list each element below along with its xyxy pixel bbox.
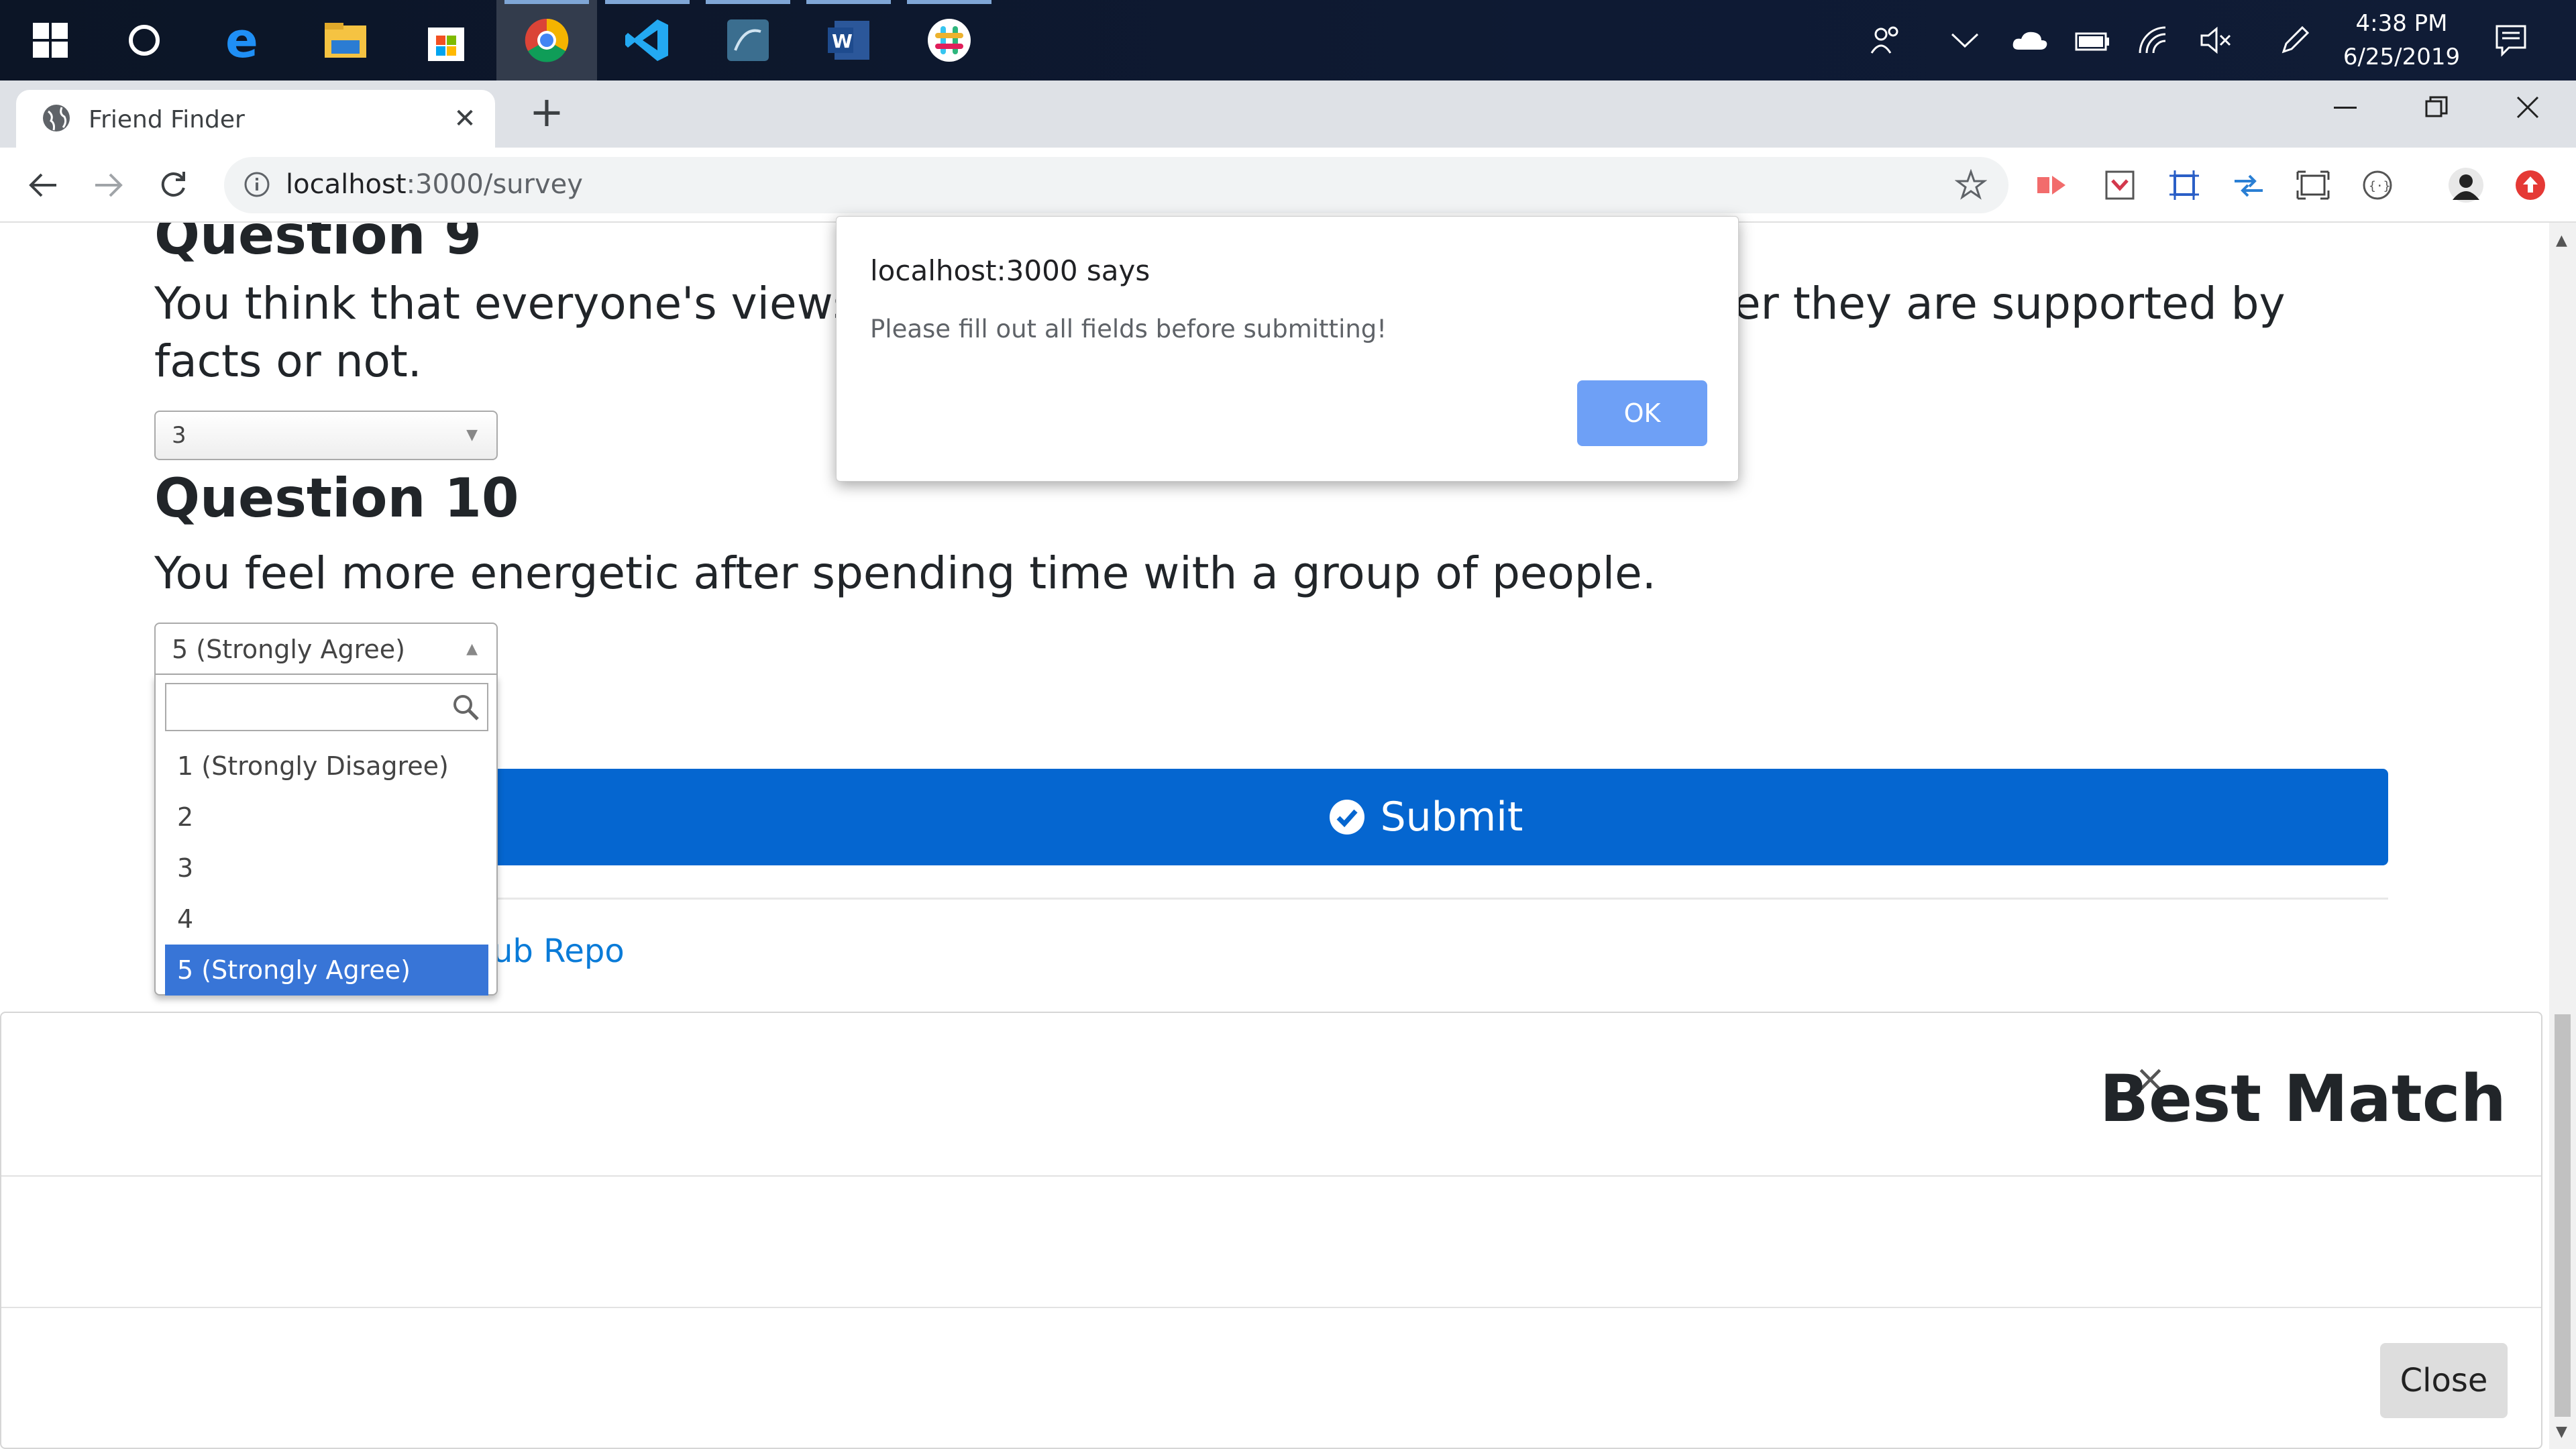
question-9-text-left: You think that everyone's views [154, 278, 856, 329]
scroll-up-icon[interactable]: ▲ [2556, 232, 2567, 249]
info-icon[interactable] [243, 170, 271, 201]
mysql-workbench-icon[interactable] [698, 0, 798, 80]
globe-icon [42, 103, 71, 133]
alert-dialog: localhost:3000 says Please fill out all … [836, 216, 1739, 482]
address-bar[interactable]: localhost:3000/survey [224, 157, 2008, 213]
svg-text:e: e [225, 17, 258, 64]
question-10-select[interactable]: 5 (Strongly Agree) ▲ [154, 623, 498, 675]
scroll-down-icon[interactable]: ▼ [2556, 1424, 2567, 1440]
back-arrow-icon[interactable] [19, 161, 67, 209]
chrome-icon[interactable] [496, 0, 597, 80]
edge-icon[interactable]: e [195, 0, 295, 80]
battery-icon[interactable] [2062, 0, 2123, 80]
dropdown-option[interactable]: 4 [165, 894, 488, 945]
dropdown-up-arrow-icon: ▲ [466, 641, 478, 657]
reload-icon[interactable] [149, 161, 197, 209]
wifi-icon[interactable] [2124, 0, 2184, 80]
modal-body [1, 1177, 2541, 1308]
modal-header: × Best Match [1, 1013, 2541, 1177]
slack-icon[interactable] [899, 0, 1000, 80]
modal-close-button[interactable]: Close [2380, 1343, 2508, 1418]
submit-button[interactable]: Submit [463, 769, 2388, 865]
windows-start-icon[interactable] [0, 0, 101, 80]
minimize-button[interactable] [2300, 80, 2391, 134]
profile-avatar[interactable] [2446, 165, 2486, 205]
tab-title: Friend Finder [89, 106, 245, 133]
forward-arrow-icon[interactable] [85, 161, 133, 209]
new-tab-button[interactable]: + [523, 90, 570, 137]
page-scrollbar[interactable]: ▲ ▼ [2549, 223, 2576, 1449]
question-9-title: Question 9 [154, 223, 482, 266]
json-viewer-extension-icon[interactable]: {·} [2357, 165, 2398, 205]
question-10-text: You feel more energetic after spending t… [154, 547, 1656, 599]
bookmark-star-icon[interactable] [1954, 168, 1988, 204]
restore-button[interactable] [2391, 80, 2482, 134]
windows-taskbar: e W 4:38 PM 6/25/2019 [0, 0, 2576, 80]
window-close-button[interactable] [2482, 80, 2573, 134]
dropdown-option[interactable]: 1 (Strongly Disagree) [165, 741, 488, 792]
alert-message: Please fill out all fields before submit… [870, 315, 1387, 343]
question-9-text-right: er they are supported by [1733, 278, 2286, 329]
vscode-icon[interactable] [597, 0, 698, 80]
action-center-icon[interactable] [2481, 0, 2541, 80]
svg-text:W: W [832, 30, 853, 52]
screenshot-extension-icon[interactable] [2293, 165, 2333, 205]
question-10-dropdown: 1 (Strongly Disagree) 2 3 4 5 (Strongly … [154, 675, 498, 996]
chevron-up-icon[interactable] [1935, 0, 1995, 80]
question-10-value: 5 (Strongly Agree) [172, 635, 405, 664]
word-icon[interactable]: W [798, 0, 899, 80]
screencast-extension-icon[interactable] [2031, 165, 2072, 205]
browser-toolbar: localhost:3000/survey {·} [0, 148, 2576, 223]
cortana-icon[interactable] [94, 0, 195, 80]
dropdown-search-input[interactable] [165, 683, 488, 731]
swap-extension-icon[interactable] [2229, 165, 2269, 205]
clock-date: 6/25/2019 [2343, 44, 2461, 70]
scroll-thumb[interactable] [2555, 1014, 2571, 1417]
tab-close-icon[interactable]: ✕ [445, 99, 484, 138]
onedrive-icon[interactable] [1999, 0, 2059, 80]
browser-tab-strip: Friend Finder ✕ + [0, 80, 2576, 148]
file-explorer-icon[interactable] [295, 0, 396, 80]
github-repo-link[interactable]: ub Repo [492, 932, 625, 970]
update-extension-icon[interactable] [2510, 165, 2551, 205]
question-9-value: 3 [172, 422, 186, 449]
people-icon[interactable] [1856, 0, 1916, 80]
tab-friend-finder[interactable]: Friend Finder ✕ [16, 90, 495, 148]
store-icon[interactable] [396, 0, 496, 80]
taskbar-clock[interactable]: 4:38 PM 6/25/2019 [2308, 7, 2496, 74]
ruler-extension-icon[interactable] [2164, 165, 2204, 205]
dropdown-arrow-icon: ▼ [466, 427, 478, 443]
dropdown-option-selected[interactable]: 5 (Strongly Agree) [165, 945, 488, 996]
question-10-title: Question 10 [154, 467, 519, 529]
url-path: :3000/survey [406, 169, 583, 200]
question-9-select[interactable]: 3 ▼ [154, 411, 498, 460]
pocket-extension-icon[interactable] [2100, 165, 2140, 205]
submit-label: Submit [1380, 794, 1523, 841]
alert-ok-button[interactable]: OK [1577, 380, 1707, 446]
volume-muted-icon[interactable] [2186, 0, 2246, 80]
svg-text:{·}: {·} [2369, 179, 2391, 193]
dropdown-option[interactable]: 3 [165, 843, 488, 894]
best-match-modal: × Best Match Close [0, 1012, 2542, 1449]
search-icon [451, 692, 480, 724]
url-text[interactable]: localhost:3000/survey [286, 169, 583, 200]
alert-title: localhost:3000 says [870, 254, 1150, 287]
dropdown-option[interactable]: 2 [165, 792, 488, 843]
modal-title: Best Match [2099, 1061, 2506, 1136]
url-host: localhost [286, 169, 407, 200]
clock-time: 4:38 PM [2355, 10, 2448, 37]
check-circle-icon [1328, 798, 1366, 836]
